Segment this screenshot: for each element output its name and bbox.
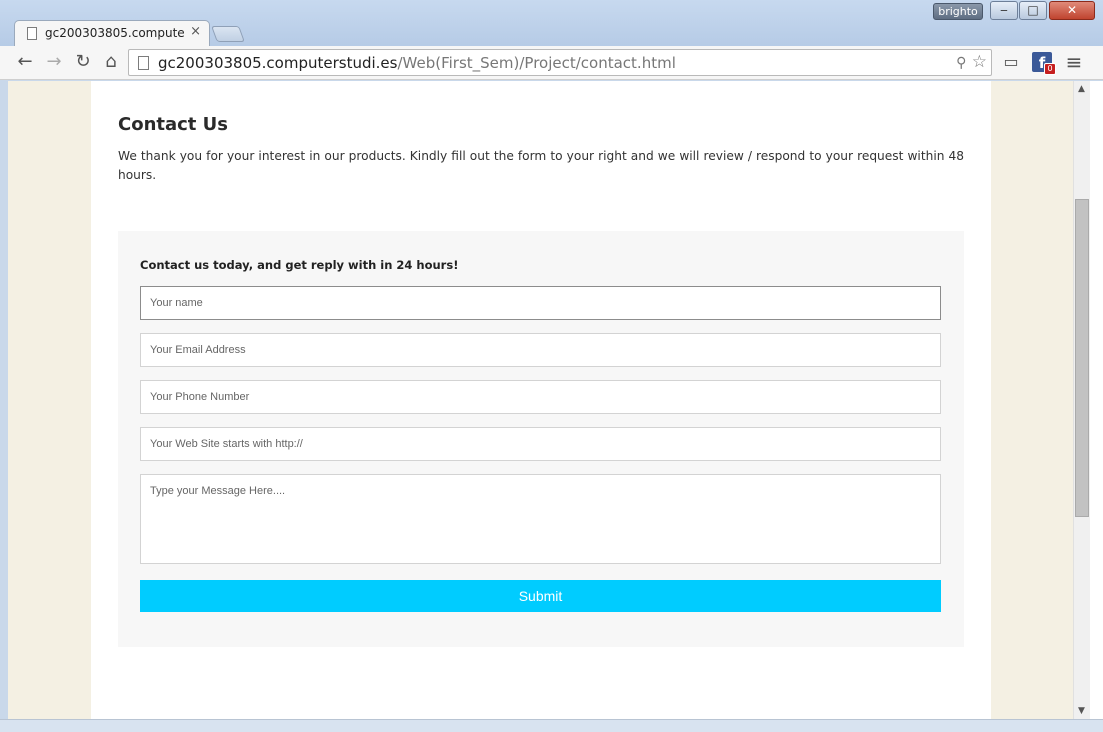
intro-text: We thank you for your interest in our pr… (118, 149, 964, 182)
scrollbar-thumb[interactable] (1075, 199, 1089, 517)
message-textarea[interactable] (140, 474, 941, 564)
contact-form: Contact us today, and get reply with in … (118, 231, 964, 647)
close-icon: ✕ (1066, 3, 1078, 17)
url-path: /Web(First_Sem)/Project/contact.html (397, 54, 676, 72)
url-text[interactable]: gc200303805.computerstudi.es/Web(First_S… (158, 54, 676, 72)
user-badge[interactable]: brighto (933, 3, 983, 20)
form-heading: Contact us today, and get reply with in … (140, 258, 459, 272)
omnibox-icons: ⚲ ☆ (956, 52, 987, 72)
email-input[interactable] (140, 333, 941, 367)
page-title: Contact Us (118, 114, 229, 135)
address-bar[interactable]: gc200303805.computerstudi.es/Web(First_S… (128, 49, 992, 76)
name-input[interactable] (140, 286, 941, 320)
page-icon (138, 56, 149, 70)
website-input[interactable] (140, 427, 941, 461)
page-icon (27, 27, 37, 40)
submit-button[interactable]: Submit (140, 580, 941, 612)
maximize-button[interactable]: □ (1019, 1, 1047, 20)
background-window-edge (1090, 81, 1103, 732)
phone-input[interactable] (140, 380, 941, 414)
browser-toolbar: ← → ↻ ⌂ gc200303805.computerstudi.es/Web… (0, 46, 1103, 80)
url-host: gc200303805.computerstudi.es (158, 54, 398, 72)
star-icon[interactable]: ☆ (972, 52, 987, 72)
page-viewport: Contact Us We thank you for your interes… (8, 81, 1090, 719)
scroll-down-icon[interactable]: ▼ (1078, 706, 1085, 716)
menu-icon[interactable]: ≡ (1064, 52, 1084, 72)
new-tab-button[interactable] (211, 26, 245, 42)
maximize-icon: □ (1027, 3, 1039, 17)
cast-icon[interactable]: ▭ (1000, 52, 1022, 72)
notification-badge: 0 (1044, 63, 1056, 75)
tab-close-icon[interactable]: × (190, 24, 201, 39)
search-icon[interactable]: ⚲ (956, 55, 966, 71)
back-icon[interactable]: ← (14, 51, 36, 73)
tab-title: gc200303805.computerstudi.es (45, 26, 185, 40)
taskbar-edge (0, 719, 1103, 732)
minimize-icon: ‒ (1000, 3, 1008, 17)
forward-icon[interactable]: → (43, 51, 65, 73)
content-panel: Contact Us We thank you for your interes… (91, 81, 991, 719)
minimize-button[interactable]: ‒ (990, 1, 1018, 20)
vertical-scrollbar[interactable]: ▲ ▼ (1073, 81, 1090, 719)
reload-icon[interactable]: ↻ (72, 51, 94, 73)
scroll-up-icon[interactable]: ▲ (1078, 84, 1085, 94)
browser-tab[interactable]: gc200303805.computerstudi.es × (14, 20, 210, 46)
home-icon[interactable]: ⌂ (100, 51, 122, 73)
close-window-button[interactable]: ✕ (1049, 1, 1095, 20)
